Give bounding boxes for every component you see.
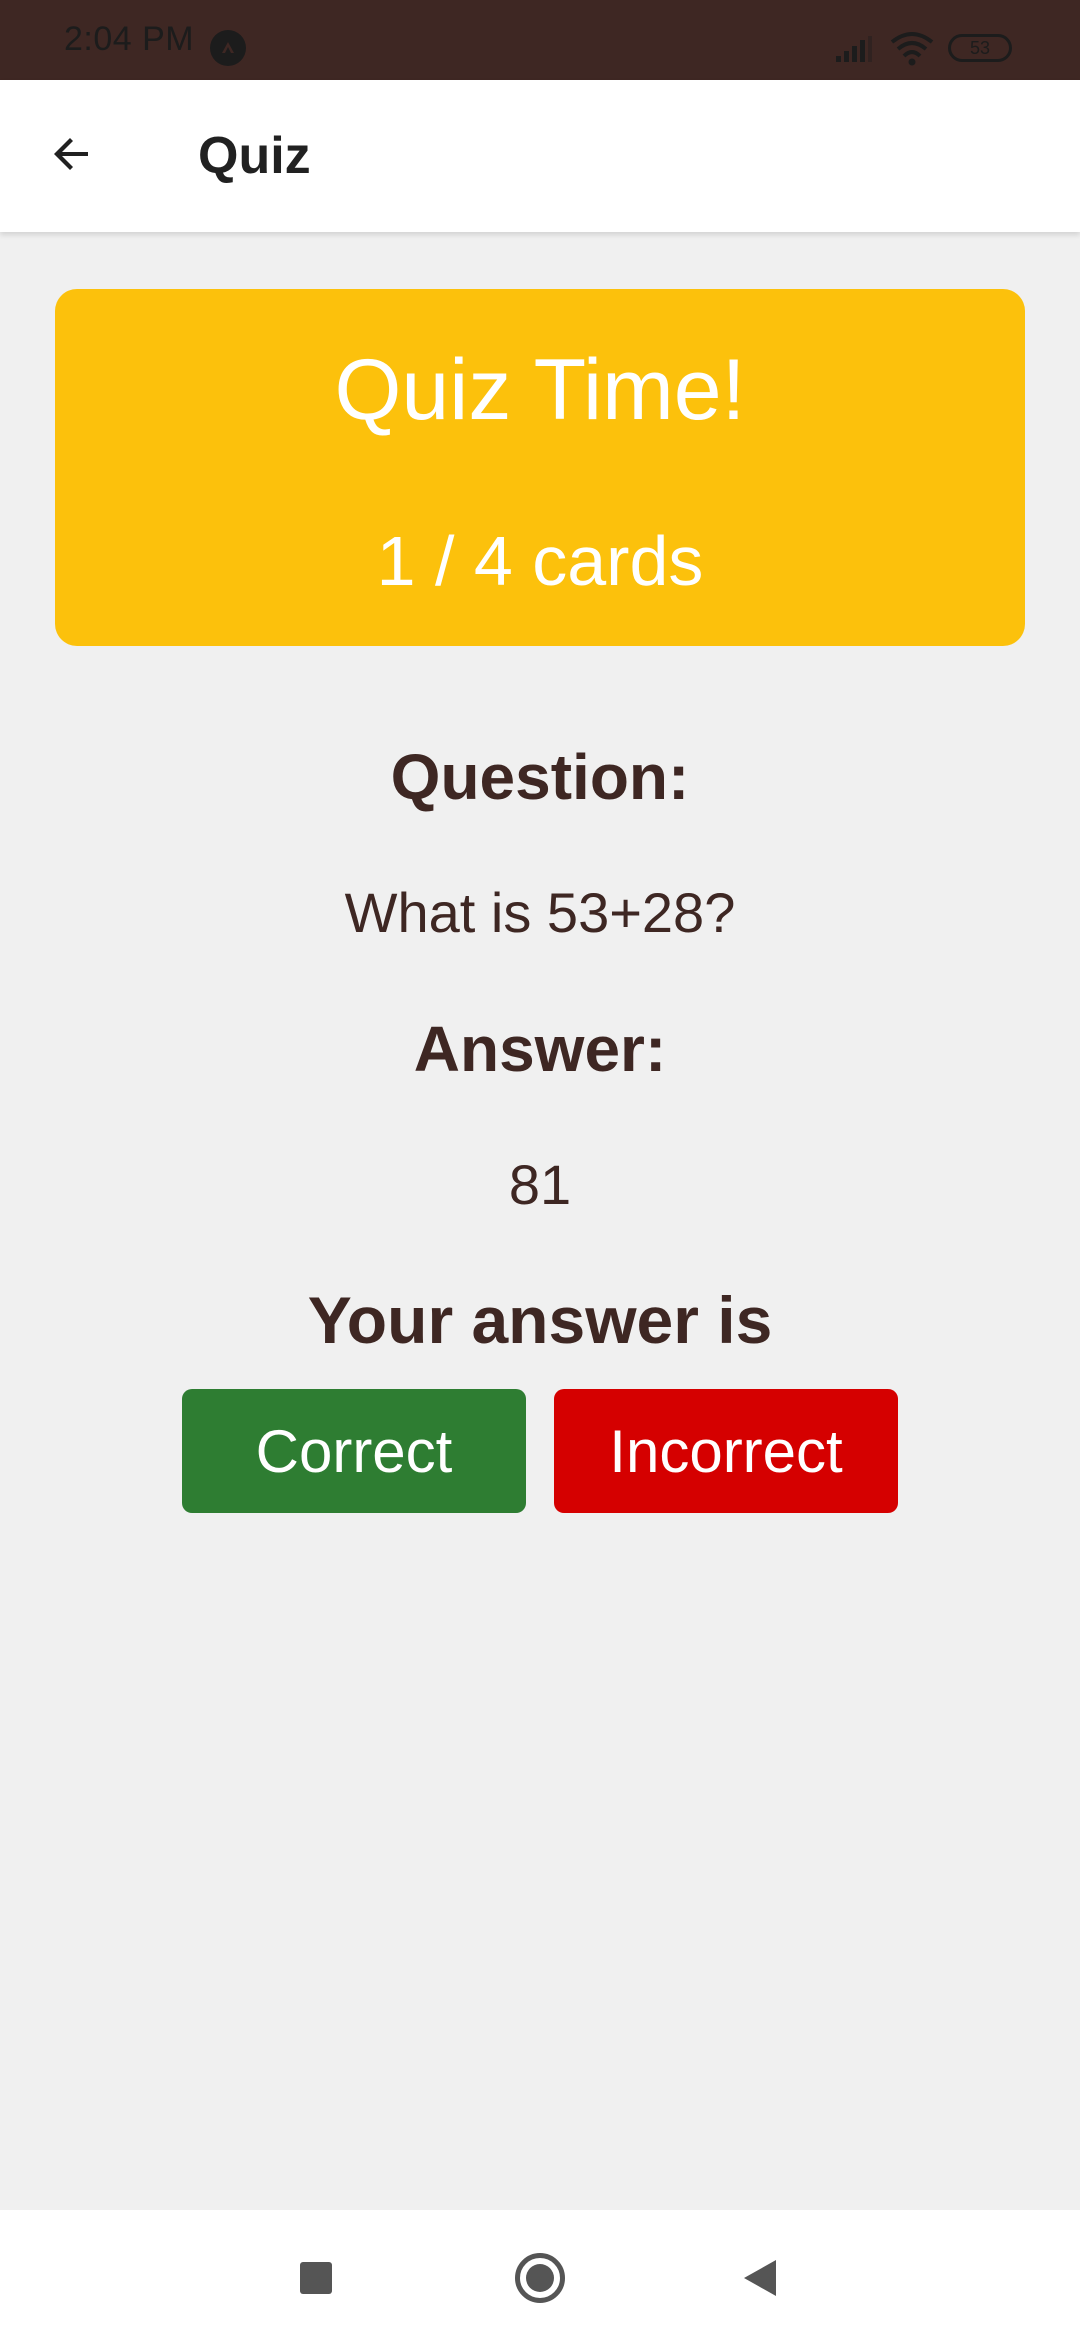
quiz-banner: Quiz Time! 1 / 4 cards (55, 289, 1025, 646)
app-bar: Quiz (0, 80, 1080, 232)
question-label: Question: (390, 741, 690, 813)
app-notification-icon (210, 30, 246, 66)
correct-button-label: Correct (255, 1417, 453, 1485)
page-title: Quiz (198, 127, 311, 185)
back-icon[interactable] (742, 2258, 778, 2298)
status-time: 2:04 PM (64, 20, 195, 58)
system-nav-bar (0, 2210, 1080, 2340)
incorrect-button[interactable]: Incorrect (554, 1389, 898, 1513)
answer-text: 81 (508, 1153, 572, 1216)
home-icon[interactable] (515, 2253, 565, 2303)
answer-prompt: Your answer is (307, 1283, 773, 1357)
answer-label: Answer: (413, 1013, 667, 1085)
incorrect-button-label: Incorrect (609, 1417, 843, 1485)
signal-icon (836, 36, 872, 62)
back-button[interactable] (36, 118, 108, 190)
wifi-icon (890, 32, 934, 66)
recents-icon[interactable] (300, 2262, 332, 2294)
question-text: What is 53+28? (344, 881, 736, 944)
card-progress: 1 / 4 cards (376, 522, 704, 600)
arrow-back-icon (54, 138, 88, 170)
banner-title: Quiz Time! (334, 342, 746, 438)
status-bar: 2:04 PM 53 (0, 0, 1080, 80)
battery-icon: 53 (948, 34, 1012, 62)
correct-button[interactable]: Correct (182, 1389, 526, 1513)
